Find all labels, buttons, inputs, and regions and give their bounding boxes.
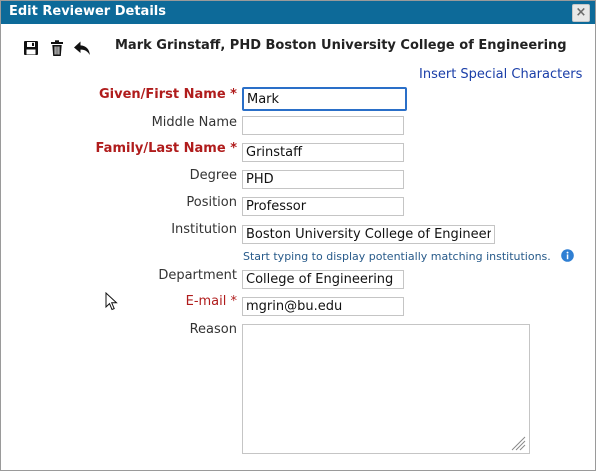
email-field[interactable] xyxy=(242,297,404,316)
email-label: E-mail * xyxy=(185,294,237,309)
edit-reviewer-dialog: Edit Reviewer Details × Mark Grinstaff, … xyxy=(0,0,596,471)
middle-name-label: Middle Name xyxy=(151,115,237,130)
save-icon[interactable] xyxy=(22,39,40,57)
degree-label: Degree xyxy=(189,168,237,183)
institution-field[interactable] xyxy=(242,225,495,244)
info-icon[interactable] xyxy=(561,249,574,262)
position-label: Position xyxy=(186,195,237,210)
institution-hint: Start typing to display potentially matc… xyxy=(243,250,551,263)
close-icon: × xyxy=(575,5,587,20)
reviewer-header-title: Mark Grinstaff, PHD Boston University Co… xyxy=(115,38,567,53)
department-field[interactable] xyxy=(242,270,404,289)
close-button[interactable]: × xyxy=(572,4,590,22)
reply-back-icon[interactable] xyxy=(73,39,91,57)
dialog-title: Edit Reviewer Details xyxy=(9,4,166,19)
department-label: Department xyxy=(158,268,237,283)
mouse-cursor-icon xyxy=(105,292,118,311)
reason-label: Reason xyxy=(189,322,237,337)
institution-label: Institution xyxy=(171,222,237,237)
middle-name-field[interactable] xyxy=(242,116,404,135)
given-name-field[interactable] xyxy=(242,87,407,111)
position-field[interactable] xyxy=(242,197,404,216)
dialog-titlebar[interactable]: Edit Reviewer Details × xyxy=(1,1,595,24)
degree-field[interactable] xyxy=(242,170,404,189)
resize-grip-icon[interactable] xyxy=(510,435,526,451)
family-name-label: Family/Last Name * xyxy=(95,141,237,156)
family-name-field[interactable] xyxy=(242,143,404,162)
insert-special-characters-link[interactable]: Insert Special Characters xyxy=(419,67,582,82)
given-name-label: Given/First Name * xyxy=(99,87,237,102)
trash-icon[interactable] xyxy=(48,39,66,57)
reason-textarea[interactable] xyxy=(242,324,530,454)
